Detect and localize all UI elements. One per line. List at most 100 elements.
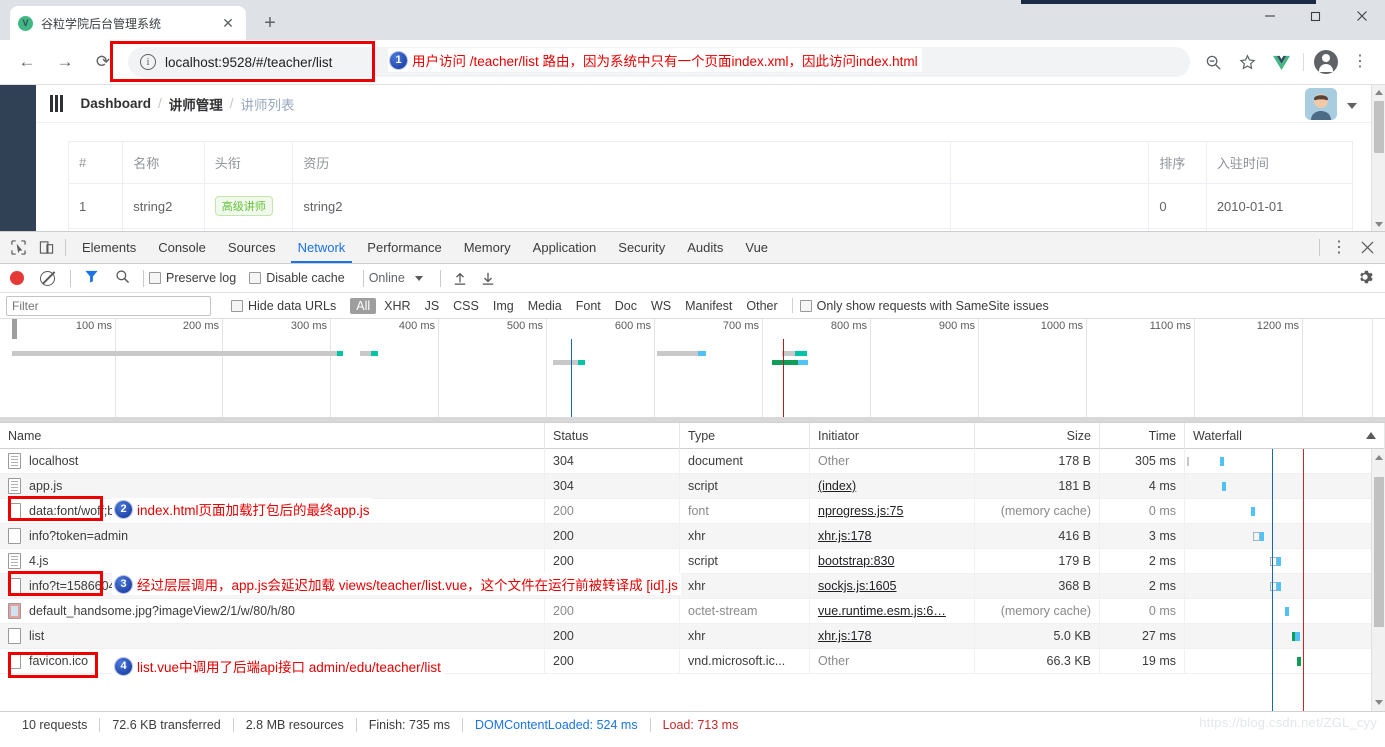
import-har-icon[interactable] <box>446 265 474 291</box>
table-row[interactable]: default_handsome.jpg?imageView2/1/w/80/h… <box>0 598 1385 624</box>
app-sidebar[interactable] <box>0 85 36 231</box>
chevron-down-icon[interactable] <box>414 275 423 281</box>
filter-type-font[interactable]: Font <box>570 298 607 314</box>
column-header-size[interactable]: Size <box>975 423 1100 449</box>
hide-data-urls-checkbox[interactable]: Hide data URLs <box>231 299 336 313</box>
tab-console[interactable]: Console <box>147 232 217 263</box>
tab-elements[interactable]: Elements <box>71 232 147 263</box>
table-row[interactable]: list 200 xhr xhr.js:178 5.0 KB 27 ms <box>0 623 1385 649</box>
browser-menu-icon[interactable]: ⋮ <box>1346 48 1374 76</box>
address-bar-url: localhost:9528/#/teacher/list <box>165 54 333 70</box>
reload-icon[interactable]: ⟳ <box>88 47 118 77</box>
request-initiator[interactable]: xhr.js:178 <box>810 623 975 649</box>
request-initiator[interactable]: (index) <box>810 473 975 499</box>
request-size: 178 B <box>975 448 1100 474</box>
tab-application[interactable]: Application <box>522 232 608 263</box>
filter-type-css[interactable]: CSS <box>447 298 485 314</box>
tab-audits[interactable]: Audits <box>676 232 734 263</box>
zoom-out-icon[interactable] <box>1199 48 1227 76</box>
hamburger-icon[interactable] <box>50 95 63 112</box>
request-initiator[interactable]: bootstrap:830 <box>810 548 975 574</box>
tab-vue[interactable]: Vue <box>734 232 779 263</box>
overview-scrollbar[interactable] <box>0 417 1385 422</box>
scrollbar-thumb[interactable] <box>1374 477 1384 627</box>
table-row[interactable]: app.js 304 script (index) 181 B 4 ms <box>0 473 1385 499</box>
vue-devtools-icon[interactable] <box>1267 48 1295 76</box>
forward-icon[interactable]: → <box>50 47 80 77</box>
filter-type-other[interactable]: Other <box>740 298 783 314</box>
breadcrumb-item-teacher-mgmt[interactable]: 讲师管理 <box>169 94 223 114</box>
devtools-menu-icon[interactable]: ⋮ <box>1325 235 1353 261</box>
page-scrollbar[interactable] <box>1371 85 1385 231</box>
browser-tab[interactable]: V 谷粒学院后台管理系统 ✕ <box>10 6 246 40</box>
site-info-icon[interactable]: i <box>140 54 156 70</box>
column-header-initiator[interactable]: Initiator <box>810 423 975 449</box>
samesite-checkbox[interactable]: Only show requests with SameSite issues <box>799 299 1049 313</box>
filter-type-media[interactable]: Media <box>522 298 568 314</box>
table-row[interactable]: localhost 304 document Other 178 B 305 m… <box>0 448 1385 474</box>
tab-performance[interactable]: Performance <box>356 232 452 263</box>
scroll-down-icon[interactable] <box>1375 700 1383 705</box>
network-overview-timeline[interactable]: 100 ms 200 ms 300 ms 400 ms 500 ms 600 m… <box>0 319 1385 423</box>
column-header-status[interactable]: Status <box>545 423 680 449</box>
minimize-icon[interactable] <box>1247 0 1293 32</box>
requests-scrollbar[interactable] <box>1371 449 1385 711</box>
close-icon[interactable]: ✕ <box>218 15 238 32</box>
sort-ascending-icon[interactable] <box>1366 432 1376 439</box>
preserve-log-checkbox[interactable]: Preserve log <box>149 271 236 285</box>
column-header-title: 头衔 <box>204 141 294 184</box>
column-header-waterfall[interactable]: Waterfall <box>1185 423 1385 449</box>
throttle-select[interactable]: Online <box>369 271 405 285</box>
scroll-up-icon[interactable] <box>1375 455 1383 460</box>
tab-security[interactable]: Security <box>607 232 676 263</box>
table-row[interactable]: 1 string2 高级讲师 string2 0 2010-01-01 <box>68 183 1354 229</box>
clear-button[interactable] <box>40 270 55 286</box>
tab-sources[interactable]: Sources <box>217 232 287 263</box>
filter-input[interactable] <box>6 295 211 316</box>
filter-type-manifest[interactable]: Manifest <box>679 298 738 314</box>
avatar[interactable] <box>1305 88 1337 120</box>
column-header-name[interactable]: Name <box>0 423 545 449</box>
scroll-down-icon[interactable] <box>1375 222 1383 227</box>
chevron-down-icon[interactable] <box>1347 103 1357 109</box>
gear-icon[interactable] <box>1357 269 1373 288</box>
app-navbar: Dashboard / 讲师管理 / 讲师列表 <box>36 85 1385 123</box>
table-row[interactable]: 4.js 200 script bootstrap:830 179 B 2 ms <box>0 548 1385 574</box>
request-time: 4 ms <box>1100 473 1185 499</box>
table-row[interactable] <box>68 228 1354 231</box>
filter-funnel-icon[interactable] <box>84 269 99 287</box>
filter-type-doc[interactable]: Doc <box>609 298 643 314</box>
tab-network[interactable]: Network <box>287 232 357 263</box>
inspect-cursor-icon[interactable] <box>4 235 32 261</box>
new-tab-button[interactable]: + <box>256 9 284 37</box>
record-button[interactable] <box>10 271 24 285</box>
close-icon[interactable] <box>1353 235 1381 261</box>
scroll-up-icon[interactable] <box>1375 90 1383 95</box>
filter-type-xhr[interactable]: XHR <box>378 298 416 314</box>
filter-type-js[interactable]: JS <box>419 298 446 314</box>
back-icon[interactable]: ← <box>12 47 42 77</box>
annotation-4-text: list.vue中调用了后端api接口 admin/edu/teacher/li… <box>137 660 441 675</box>
breadcrumb-item-dashboard[interactable]: Dashboard <box>81 96 152 111</box>
request-initiator[interactable]: vue.runtime.esm.js:6… <box>810 598 975 624</box>
filter-type-img[interactable]: Img <box>487 298 520 314</box>
request-initiator[interactable]: nprogress.js:75 <box>810 498 975 524</box>
scrollbar-thumb[interactable] <box>1374 101 1384 153</box>
column-header-type[interactable]: Type <box>680 423 810 449</box>
profile-avatar-icon[interactable] <box>1312 48 1340 76</box>
column-header-time[interactable]: Time <box>1100 423 1185 449</box>
maximize-icon[interactable] <box>1293 0 1339 32</box>
star-icon[interactable] <box>1233 48 1261 76</box>
filter-type-all[interactable]: All <box>350 297 377 314</box>
filter-type-ws[interactable]: WS <box>645 298 677 314</box>
close-icon[interactable] <box>1339 0 1385 32</box>
search-icon[interactable] <box>115 269 130 287</box>
table-row[interactable]: info?token=admin 200 xhr xhr.js:178 416 … <box>0 523 1385 549</box>
request-initiator[interactable]: sockjs.js:1605 <box>810 573 975 599</box>
disable-cache-checkbox[interactable]: Disable cache <box>249 271 345 285</box>
device-toggle-icon[interactable] <box>32 235 60 261</box>
request-initiator[interactable]: xhr.js:178 <box>810 523 975 549</box>
export-har-icon[interactable] <box>474 265 502 291</box>
tab-memory[interactable]: Memory <box>453 232 522 263</box>
status-transferred: 72.6 KB transferred <box>112 718 221 732</box>
